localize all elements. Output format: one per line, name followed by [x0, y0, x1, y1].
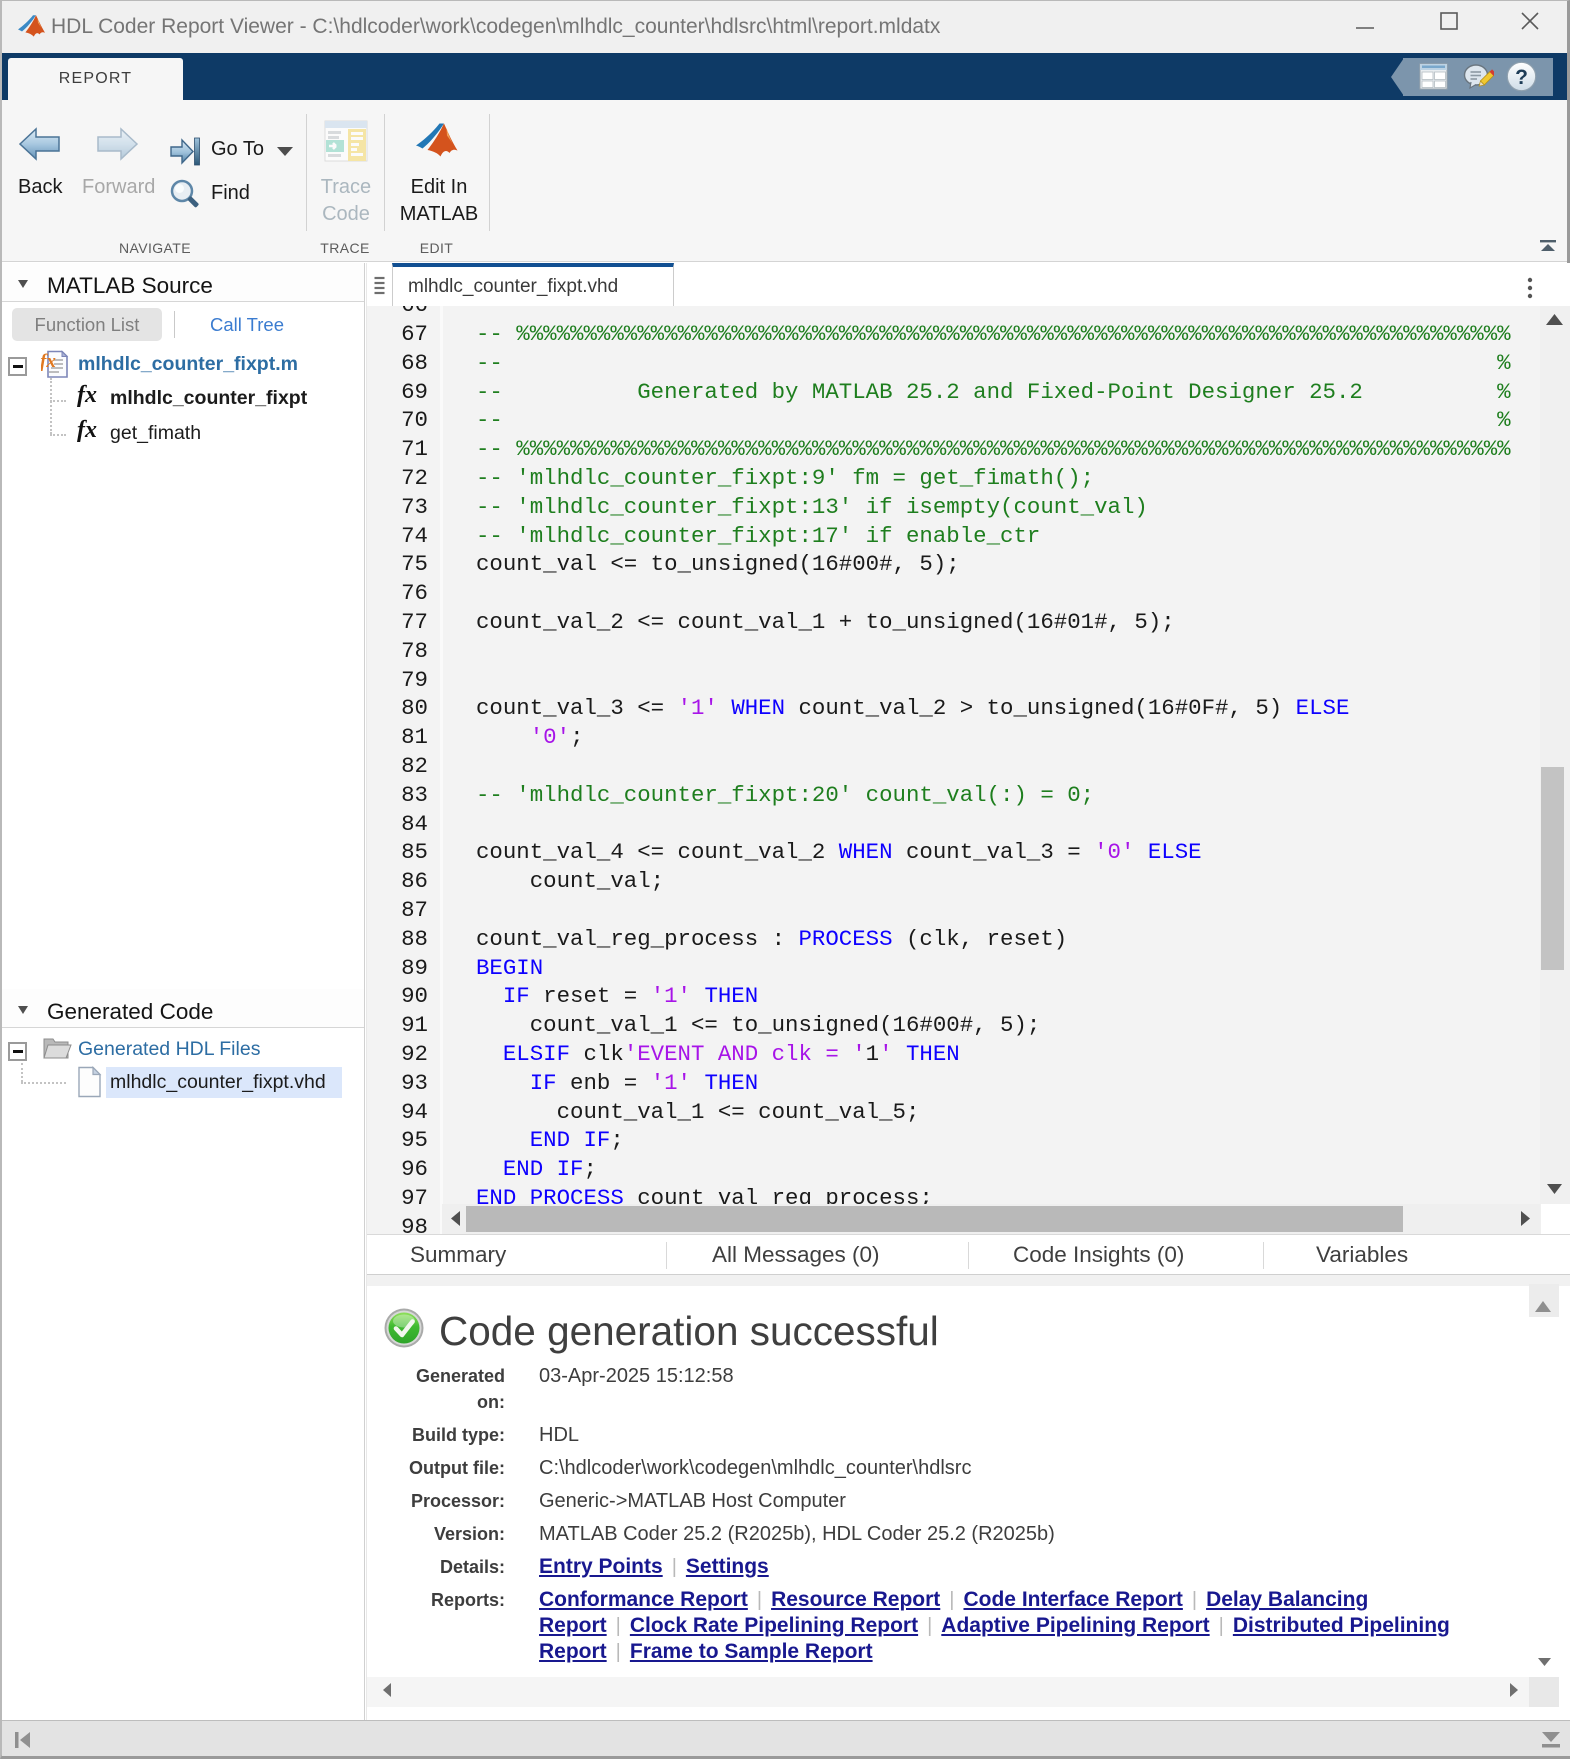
svg-text:fx: fx	[41, 351, 56, 372]
svg-text:?: ?	[1515, 66, 1528, 89]
